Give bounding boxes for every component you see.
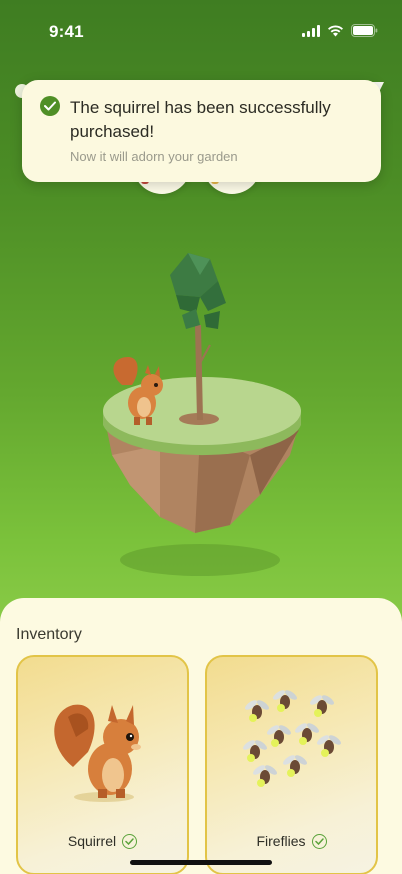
home-indicator[interactable]	[130, 860, 272, 865]
inventory-item-label: Fireflies	[256, 833, 306, 849]
status-bar: 9:41	[0, 0, 402, 56]
firefly-icon	[295, 723, 319, 745]
toast-subtitle: Now it will adorn your garden	[70, 149, 238, 164]
firefly-icon	[283, 755, 307, 777]
status-time: 9:41	[49, 22, 84, 41]
squirrel-illustration	[18, 657, 187, 817]
status-icons	[302, 24, 378, 37]
inventory-item-label: Squirrel	[67, 833, 117, 849]
check-icon	[311, 833, 327, 849]
firefly-icon	[317, 735, 341, 757]
firefly-icon	[245, 700, 269, 722]
wifi-icon	[327, 24, 344, 37]
signal-icon	[302, 24, 320, 37]
card-label-row: Fireflies	[207, 833, 376, 849]
inventory-item-fireflies[interactable]: Fireflies	[205, 655, 378, 874]
garden-scene[interactable]	[100, 245, 305, 590]
firefly-icon	[253, 765, 277, 787]
toast-title: The squirrel has been successfully purch…	[70, 98, 331, 141]
inventory-item-squirrel[interactable]: Squirrel	[16, 655, 189, 874]
check-circle-icon	[40, 96, 60, 116]
firefly-icon	[267, 725, 291, 747]
card-label-row: Squirrel	[18, 833, 187, 849]
fireflies-illustration	[207, 657, 376, 817]
inventory-sheet: Inventory Squirrel Fireflies	[0, 598, 402, 874]
firefly-icon	[243, 740, 267, 762]
battery-icon	[351, 24, 378, 37]
firefly-icon	[310, 695, 334, 717]
inventory-title: Inventory	[16, 626, 82, 643]
firefly-icon	[273, 690, 297, 712]
check-icon	[122, 833, 138, 849]
purchase-toast[interactable]: The squirrel has been successfully purch…	[22, 80, 381, 182]
